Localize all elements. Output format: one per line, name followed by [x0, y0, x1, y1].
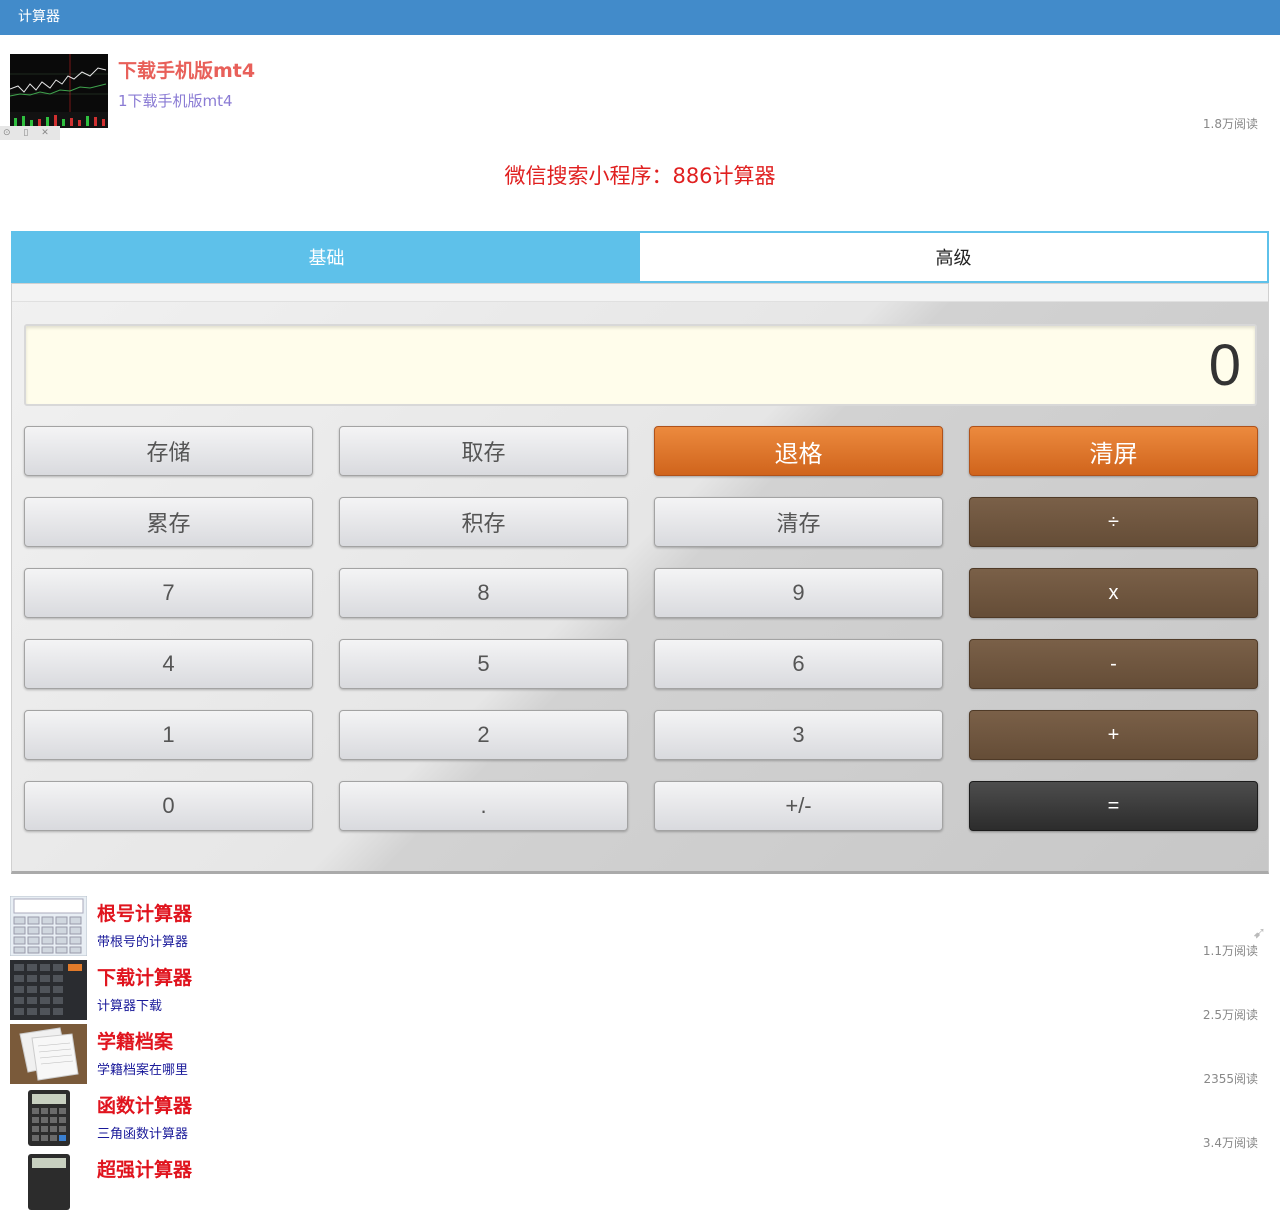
- article-subtitle[interactable]: 带根号的计算器: [97, 931, 188, 950]
- list-item[interactable]: 下载计算器 计算器下载 2.5万阅读: [0, 957, 1280, 1022]
- list-item[interactable]: 根号计算器 带根号的计算器 1.1万阅读 ➹: [0, 893, 1280, 958]
- memory-store-button[interactable]: 存储: [24, 426, 313, 476]
- list-item[interactable]: 学籍档案 学籍档案在哪里 2355阅读: [0, 1021, 1280, 1086]
- subtract-button[interactable]: -: [969, 639, 1258, 689]
- negate-button[interactable]: +/-: [654, 781, 943, 831]
- ad-read-count: 1.8万阅读: [1202, 117, 1258, 131]
- tab-basic[interactable]: 基础: [13, 233, 640, 281]
- info-icon[interactable]: ⊙: [3, 128, 11, 138]
- calculator-display: 0: [24, 324, 1257, 406]
- memory-recall-button[interactable]: 取存: [339, 426, 628, 476]
- ad-controls[interactable]: ⊙ ▯ ✕: [0, 126, 60, 140]
- backspace-button[interactable]: 退格: [654, 426, 943, 476]
- article-title[interactable]: 学籍档案: [97, 1027, 173, 1054]
- calculator-top-strip: [12, 284, 1268, 302]
- memory-clear-button[interactable]: 清存: [654, 497, 943, 547]
- decimal-button[interactable]: .: [339, 781, 628, 831]
- memory-multiply-button[interactable]: 积存: [339, 497, 628, 547]
- digit-0-button[interactable]: 0: [24, 781, 313, 831]
- digit-7-button[interactable]: 7: [24, 568, 313, 618]
- digit-2-button[interactable]: 2: [339, 710, 628, 760]
- list-item[interactable]: 超强计算器: [0, 1149, 1280, 1213]
- documents-thumbnail[interactable]: [10, 1024, 87, 1084]
- article-subtitle[interactable]: 三角函数计算器: [97, 1123, 188, 1142]
- calculator-thumbnail[interactable]: [10, 960, 87, 1020]
- digit-5-button[interactable]: 5: [339, 639, 628, 689]
- article-title[interactable]: 超强计算器: [97, 1155, 192, 1182]
- add-button[interactable]: +: [969, 710, 1258, 760]
- list-item[interactable]: 函数计算器 三角函数计算器 3.4万阅读: [0, 1085, 1280, 1150]
- memory-add-button[interactable]: 累存: [24, 497, 313, 547]
- ad-title[interactable]: 下载手机版mt4: [118, 56, 255, 83]
- calculator-thumbnail[interactable]: [10, 1088, 87, 1148]
- stock-chart-thumbnail[interactable]: [10, 54, 108, 128]
- page-title: 计算器: [18, 9, 60, 25]
- divide-button[interactable]: ÷: [969, 497, 1258, 547]
- close-icon[interactable]: ✕: [41, 128, 49, 138]
- cursor-icon: ➹: [1252, 923, 1266, 942]
- article-title[interactable]: 下载计算器: [97, 963, 192, 990]
- digit-1-button[interactable]: 1: [24, 710, 313, 760]
- ad-subtitle[interactable]: 1下载手机版mt4: [118, 90, 233, 111]
- ad-mark-icon: ▯: [23, 128, 29, 138]
- calculator-thumbnail[interactable]: [9, 895, 88, 957]
- tab-advanced[interactable]: 高级: [640, 233, 1267, 281]
- app-header: 计算器: [0, 0, 1280, 35]
- digit-6-button[interactable]: 6: [654, 639, 943, 689]
- digit-9-button[interactable]: 9: [654, 568, 943, 618]
- digit-3-button[interactable]: 3: [654, 710, 943, 760]
- clear-screen-button[interactable]: 清屏: [969, 426, 1258, 476]
- article-subtitle[interactable]: 计算器下载: [97, 995, 162, 1014]
- calculator-panel: 0 存储 取存 退格 清屏累存 积存 清存 ÷ 7 8 9 x 4 5 6- 1 2 3 +0. +/- =: [11, 283, 1269, 874]
- equals-button[interactable]: =: [969, 781, 1258, 831]
- article-title[interactable]: 根号计算器: [97, 899, 192, 926]
- multiply-button[interactable]: x: [969, 568, 1258, 618]
- digit-4-button[interactable]: 4: [24, 639, 313, 689]
- digit-8-button[interactable]: 8: [339, 568, 628, 618]
- article-title[interactable]: 函数计算器: [97, 1091, 192, 1118]
- promo-text: 微信搜索小程序：886计算器: [504, 164, 776, 188]
- article-subtitle[interactable]: 学籍档案在哪里: [97, 1059, 188, 1078]
- ad-banner[interactable]: ⊙ ▯ ✕ 下载手机版mt4 1下载手机版mt4 1.8万阅读: [0, 35, 1280, 143]
- calculator-thumbnail[interactable]: [10, 1152, 87, 1212]
- mode-tabs: 基础 高级: [11, 231, 1269, 283]
